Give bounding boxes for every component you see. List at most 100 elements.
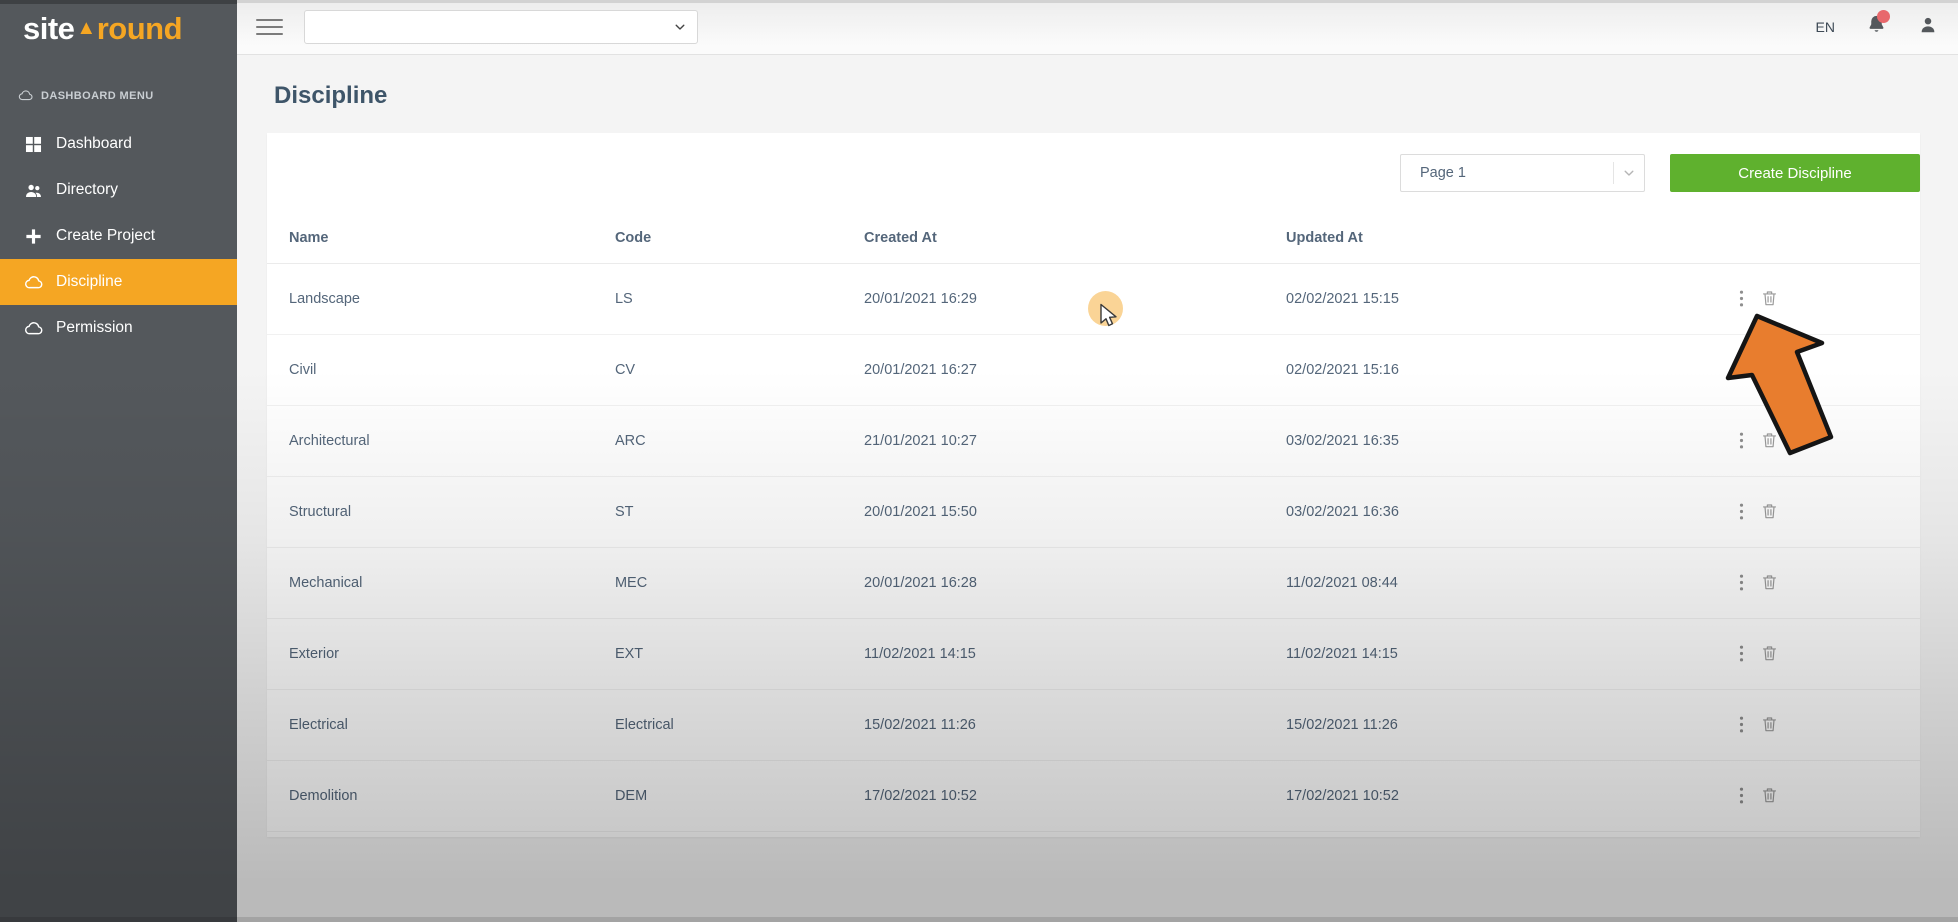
cell-actions — [1717, 760, 1920, 831]
topbar-right: EN — [1816, 14, 1958, 40]
sidebar-item-discipline[interactable]: Discipline — [0, 259, 237, 305]
create-discipline-button[interactable]: Create Discipline — [1670, 154, 1920, 192]
logo-text-round: round — [97, 11, 182, 47]
sidebar-item-label: Permission — [56, 319, 133, 337]
table-row-exterior: Exterior EXT 11/02/2021 14:15 11/02/2021… — [267, 618, 1920, 689]
logo-arrow-icon: ▲ — [76, 17, 95, 40]
discipline-table: Name Code Created At Updated At Landscap… — [267, 213, 1920, 832]
sidebar-item-label: Dashboard — [56, 135, 132, 153]
table-row-civil: Civil CV 20/01/2021 16:27 02/02/2021 15:… — [267, 334, 1920, 405]
language-selector[interactable]: EN — [1816, 19, 1835, 35]
sidebar-item-label: Discipline — [56, 273, 122, 291]
column-header-name: Name — [267, 213, 615, 263]
table-row-mechanical: Mechanical MEC 20/01/2021 16:28 11/02/20… — [267, 547, 1920, 618]
sidebar-item-icon — [24, 227, 43, 246]
row-delete-trash-icon[interactable] — [1760, 644, 1779, 663]
row-options-kebab-icon[interactable] — [1739, 360, 1744, 379]
table-row-structural: Structural ST 20/01/2021 15:50 03/02/202… — [267, 476, 1920, 547]
cell-code: CV — [615, 334, 864, 405]
column-header-actions — [1717, 213, 1920, 263]
page-selector-dropdown[interactable]: Page 1 — [1400, 154, 1645, 192]
cell-created-at: 20/01/2021 16:27 — [864, 334, 1286, 405]
cell-name: Structural — [267, 476, 615, 547]
row-options-kebab-icon[interactable] — [1739, 502, 1744, 521]
cell-created-at: 17/02/2021 10:52 — [864, 760, 1286, 831]
table-row-demolition: Demolition DEM 17/02/2021 10:52 17/02/20… — [267, 760, 1920, 831]
cell-updated-at: 02/02/2021 15:15 — [1286, 263, 1717, 334]
row-delete-trash-icon[interactable] — [1760, 573, 1779, 592]
chevron-down-icon — [673, 20, 687, 34]
sidebar-item-permission[interactable]: Permission — [0, 305, 237, 351]
row-delete-trash-icon[interactable] — [1760, 289, 1779, 308]
cell-name: Electrical — [267, 689, 615, 760]
row-options-kebab-icon[interactable] — [1739, 573, 1744, 592]
cell-updated-at: 17/02/2021 10:52 — [1286, 760, 1717, 831]
cell-name: Landscape — [267, 263, 615, 334]
cell-updated-at: 02/02/2021 15:16 — [1286, 334, 1717, 405]
main-area: EN Discipline Page 1 Create Dis — [237, 0, 1958, 922]
cell-created-at: 20/01/2021 15:50 — [864, 476, 1286, 547]
cell-updated-at: 15/02/2021 11:26 — [1286, 689, 1717, 760]
row-delete-trash-icon[interactable] — [1760, 715, 1779, 734]
cell-code: Electrical — [615, 689, 864, 760]
cell-actions — [1717, 618, 1920, 689]
row-options-kebab-icon[interactable] — [1739, 431, 1744, 450]
cell-updated-at: 03/02/2021 16:36 — [1286, 476, 1717, 547]
cell-name: Civil — [267, 334, 615, 405]
sidebar-item-dashboard[interactable]: Dashboard — [0, 121, 237, 167]
row-options-kebab-icon[interactable] — [1739, 786, 1744, 805]
row-delete-trash-icon[interactable] — [1760, 431, 1779, 450]
column-header-code: Code — [615, 213, 864, 263]
cell-code: EXT — [615, 618, 864, 689]
sidebar: site▲round DASHBOARD MENU Dashboard Dire… — [0, 0, 237, 922]
cell-code: DEM — [615, 760, 864, 831]
sidebar-item-label: Create Project — [56, 227, 155, 245]
project-select[interactable] — [304, 10, 698, 44]
logo-text-site: site — [23, 11, 74, 47]
cell-updated-at: 11/02/2021 08:44 — [1286, 547, 1717, 618]
dashboard-menu-section-label: DASHBOARD MENU — [0, 58, 237, 107]
cell-actions — [1717, 334, 1920, 405]
sidebar-item-icon — [24, 181, 43, 200]
cell-name: Architectural — [267, 405, 615, 476]
cell-actions — [1717, 476, 1920, 547]
siteround-logo[interactable]: site▲round — [0, 0, 237, 58]
sidebar-item-directory[interactable]: Directory — [0, 167, 237, 213]
row-delete-trash-icon[interactable] — [1760, 360, 1779, 379]
cell-created-at: 15/02/2021 11:26 — [864, 689, 1286, 760]
table-row-landscape: Landscape LS 20/01/2021 16:29 02/02/2021… — [267, 263, 1920, 334]
content-area: Discipline — [237, 55, 1958, 110]
sidebar-item-icon — [24, 135, 43, 154]
cell-actions — [1717, 263, 1920, 334]
page-title: Discipline — [274, 82, 1920, 110]
discipline-table-card: Page 1 Create Discipline Name Code Creat… — [267, 133, 1920, 837]
sidebar-item-icon — [24, 273, 43, 292]
row-options-kebab-icon[interactable] — [1739, 715, 1744, 734]
row-delete-trash-icon[interactable] — [1760, 786, 1779, 805]
cell-name: Demolition — [267, 760, 615, 831]
page-selector-value: Page 1 — [1420, 165, 1466, 181]
sidebar-item-icon — [24, 319, 43, 338]
row-options-kebab-icon[interactable] — [1739, 289, 1744, 308]
chevron-down-icon — [1614, 166, 1644, 180]
app-window: site▲round DASHBOARD MENU Dashboard Dire… — [0, 0, 1958, 922]
cell-created-at: 20/01/2021 16:29 — [864, 263, 1286, 334]
table-row-electrical: Electrical Electrical 15/02/2021 11:26 1… — [267, 689, 1920, 760]
row-delete-trash-icon[interactable] — [1760, 502, 1779, 521]
cell-code: ST — [615, 476, 864, 547]
cloud-icon — [18, 88, 33, 103]
notifications-button[interactable] — [1866, 14, 1887, 40]
cell-code: MEC — [615, 547, 864, 618]
cell-code: ARC — [615, 405, 864, 476]
hamburger-menu-icon[interactable] — [256, 19, 283, 35]
user-profile-button[interactable] — [1918, 15, 1938, 40]
cell-updated-at: 11/02/2021 14:15 — [1286, 618, 1717, 689]
cell-created-at: 11/02/2021 14:15 — [864, 618, 1286, 689]
topbar: EN — [237, 0, 1958, 55]
table-toolbar: Page 1 Create Discipline — [267, 133, 1920, 213]
sidebar-item-create-project[interactable]: Create Project — [0, 213, 237, 259]
column-header-created-at: Created At — [864, 213, 1286, 263]
row-options-kebab-icon[interactable] — [1739, 644, 1744, 663]
column-header-updated-at: Updated At — [1286, 213, 1717, 263]
cell-created-at: 21/01/2021 10:27 — [864, 405, 1286, 476]
